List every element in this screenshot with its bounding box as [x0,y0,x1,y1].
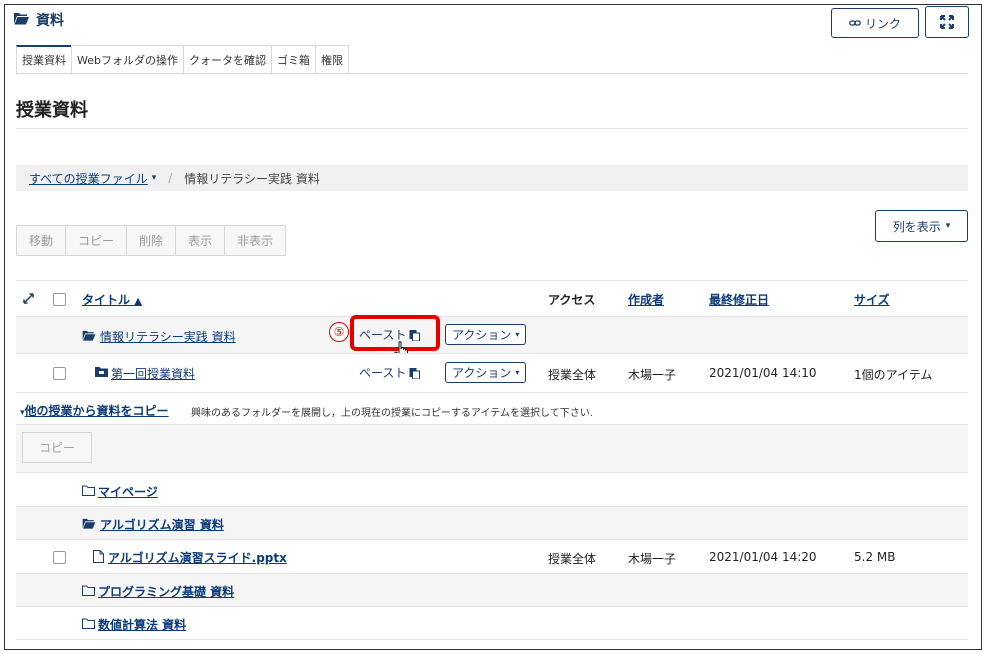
modified-value: 2021/01/04 14:20 [709,550,817,564]
select-all-checkbox[interactable] [53,293,66,306]
breadcrumb-separator: / [168,171,173,185]
sort-title-link[interactable]: タイトル ▲ [82,291,142,308]
paste-button[interactable]: ペースト [359,364,421,381]
tab-web-folder[interactable]: Webフォルダの操作 [71,45,184,73]
folder-title-link[interactable]: 第一回授業資料 [111,365,195,382]
access-value: 授業全体 [548,368,597,382]
access-value: 授業全体 [548,552,597,566]
page-title: 授業資料 [16,100,88,121]
tree-item-link[interactable]: アルゴリズム演習 資料 [100,516,224,533]
list-item: アルゴリズム演習 資料 [16,506,968,539]
modified-value: 2021/01/04 14:10 [709,366,817,380]
table-header-row: タイトル ▲ アクセス 作成者 最終修正日 サイズ [16,280,968,316]
link-icon [849,20,861,26]
clipboard-icon [409,367,421,379]
tree-item-link[interactable]: 数値計算法 資料 [98,616,186,633]
author-value: 木場一子 [628,368,677,382]
author-header[interactable]: 作成者 [628,291,664,308]
row-checkbox[interactable] [53,367,66,380]
action-label: アクション [452,328,512,342]
folder-icon [95,367,108,377]
link-button[interactable]: リンク [831,8,919,38]
title-header: タイトル [82,293,131,307]
list-item: プログラミング基礎 資料 [16,573,968,606]
action-dropdown[interactable]: アクション ▾ [445,362,527,383]
tab-permissions[interactable]: 権限 [314,45,349,73]
tree-item-link[interactable]: プログラミング基礎 資料 [98,583,234,600]
file-title-link[interactable]: アルゴリズム演習スライド.pptx [108,549,287,566]
author-value: 木場一子 [628,552,677,566]
tabs-divider [16,73,968,74]
tab-trash[interactable]: ゴミ箱 [270,45,316,73]
caret-down-icon: ▾ [515,368,520,377]
folder-open-icon [82,518,96,529]
copy-selected-button[interactable]: コピー [22,432,92,463]
folder-outline-icon [82,485,95,496]
copy-section-title: 他の授業から資料をコピー [24,404,169,418]
title-divider [16,128,968,129]
copy-section-toggle[interactable]: ▾他の授業から資料をコピー [20,402,169,419]
sort-up-icon: ▲ [134,296,142,307]
row-checkbox[interactable] [53,551,66,564]
expand-arrows-icon[interactable] [23,293,34,304]
copy-button[interactable]: コピー [65,225,128,256]
delete-button[interactable]: 削除 [126,225,177,256]
copy-section-header: ▾他の授業から資料をコピー 興味のあるフォルダーを展開し，上の現在の授業にコピー… [16,392,968,424]
breadcrumb-current: 情報リテラシー実践 資料 [184,171,320,186]
show-button[interactable]: 表示 [175,225,226,256]
size-header[interactable]: サイズ [854,291,890,308]
folder-title-link[interactable]: 情報リテラシー実践 資料 [100,328,236,345]
folder-open-icon [14,13,29,25]
tab-bar: 授業資料 Webフォルダの操作 クォータを確認 ゴミ箱 権限 [16,45,349,73]
action-label: アクション [452,366,512,380]
folder-outline-icon [82,585,95,596]
paste-label: ペースト [359,366,407,380]
action-dropdown[interactable]: アクション ▾ [445,324,527,345]
tab-course-materials[interactable]: 授業資料 [16,45,72,73]
hide-button[interactable]: 非表示 [224,225,287,256]
caret-down-icon: ▾ [515,330,520,339]
breadcrumb: すべての授業ファイル ▾ / 情報リテラシー実践 資料 [16,165,968,191]
caret-down-icon: ▾ [945,221,951,231]
show-columns-label: 列を表示 [892,219,941,234]
show-columns-button[interactable]: 列を表示 ▾ [875,210,968,242]
tree-item-link[interactable]: マイページ [98,483,158,500]
copy-button-row [16,424,968,472]
folder-open-icon [82,330,96,341]
step-marker: ⑤ [329,322,349,342]
modified-header[interactable]: 最終修正日 [709,291,769,308]
size-value: 5.2 MB [854,550,896,564]
tool-title: 資料 [36,13,64,29]
access-header: アクセス [548,293,596,307]
tab-quota[interactable]: クォータを確認 [182,45,272,73]
size-value: 1個のアイテム [854,368,933,382]
link-button-label: リンク [864,16,901,31]
caret-down-icon[interactable]: ▾ [152,173,157,183]
file-icon [93,550,104,563]
list-item: マイページ [16,472,968,506]
folder-outline-icon [82,618,95,629]
move-button[interactable]: 移動 [16,225,67,256]
expand-icon [940,15,954,29]
list-item: 数値計算法 資料 [16,606,968,640]
copy-section-description: 興味のあるフォルダーを展開し，上の現在の授業にコピーするアイテムを選択して下さい… [191,408,593,419]
list-item: アルゴリズム演習スライド.pptx 授業全体 木場一子 2021/01/04 1… [16,539,968,573]
expand-button[interactable] [925,6,969,38]
breadcrumb-root-link[interactable]: すべての授業ファイル [29,170,148,187]
file-toolbar: 移動 コピー 削除 表示 非表示 [16,225,287,256]
